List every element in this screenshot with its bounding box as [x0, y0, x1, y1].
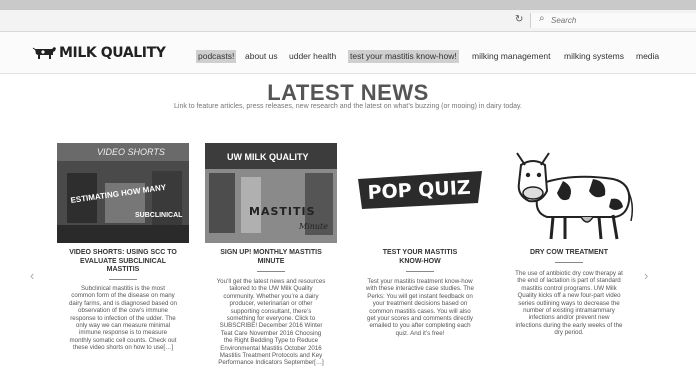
carousel-prev-icon[interactable]: ‹: [30, 268, 34, 283]
browser-search-box[interactable]: ⌕: [530, 13, 696, 28]
browser-title-bar: [0, 0, 696, 10]
card-mastitis-minute-image-label-2: MASTITIS: [249, 205, 316, 218]
nav-milking-management[interactable]: milking management: [470, 50, 552, 63]
card-pop-quiz-excerpt: Test your mastitis treatment know-how wi…: [366, 278, 474, 337]
search-icon: ⌕: [539, 13, 545, 24]
card-dry-cow-image[interactable]: [503, 143, 635, 243]
nav-media[interactable]: media: [634, 50, 661, 63]
card-video-shorts-title[interactable]: VIDEO SHORTS: USING SCC TO EVALUATE SUBC…: [52, 249, 194, 275]
card-divider: [109, 279, 137, 280]
nav-podcasts[interactable]: podcasts!: [196, 50, 237, 63]
card-pop-quiz-title[interactable]: TEST YOUR MASTITIS KNOW-HOW: [349, 249, 491, 266]
search-input[interactable]: [551, 14, 691, 27]
site-header: MILK QUALITY podcasts! about us udder he…: [0, 32, 696, 74]
nav-udder-health[interactable]: udder health: [287, 50, 338, 63]
nav-milking-systems[interactable]: milking systems: [562, 50, 626, 63]
card-mastitis-minute-image-label-1: UW MILK QUALITY: [227, 152, 309, 162]
card-video-shorts-image-label-3: SUBCLINICAL: [135, 212, 183, 219]
card-mastitis-minute-image[interactable]: UW MILK QUALITY MASTITIS Minute: [205, 143, 337, 243]
card-divider: [406, 271, 434, 272]
card-video-shorts-image[interactable]: VIDEO SHORTS ESTIMATING HOW MANY SUBCLIN…: [57, 143, 189, 243]
card-mastitis-minute-title[interactable]: SIGN UP! MONTHLY MASTITIS MINUTE: [200, 249, 342, 266]
card-video-shorts-excerpt: Subclinical mastitis is the most common …: [68, 285, 177, 352]
card-video-shorts-image-label-1: VIDEO SHORTS: [97, 147, 165, 157]
page-subtitle: Link to feature articles, press releases…: [174, 103, 522, 110]
card-dry-cow-title[interactable]: DRY COW TREATMENT: [498, 249, 640, 258]
browser-toolbar: ↻ ⌕: [0, 10, 696, 32]
card-divider: [257, 271, 285, 272]
cartoon-cow-icon: [503, 143, 635, 243]
card-pop-quiz-image[interactable]: POP QUIZ: [354, 143, 486, 243]
card-divider: [555, 262, 583, 263]
card-mastitis-minute-excerpt: You’ll get the latest news and resources…: [216, 278, 326, 367]
nav-test-your-mastitis-know-how[interactable]: test your mastitis know-how!: [348, 50, 459, 63]
card-dry-cow-excerpt: The use of antibiotic dry cow therapy at…: [515, 270, 623, 337]
nav-about-us[interactable]: about us: [243, 50, 280, 63]
carousel-next-icon[interactable]: ›: [644, 268, 648, 283]
card-mastitis-minute-image-label-3: Minute: [298, 222, 328, 231]
reload-icon[interactable]: ↻: [515, 14, 523, 25]
main-nav: podcasts! about us udder health test you…: [0, 50, 696, 64]
